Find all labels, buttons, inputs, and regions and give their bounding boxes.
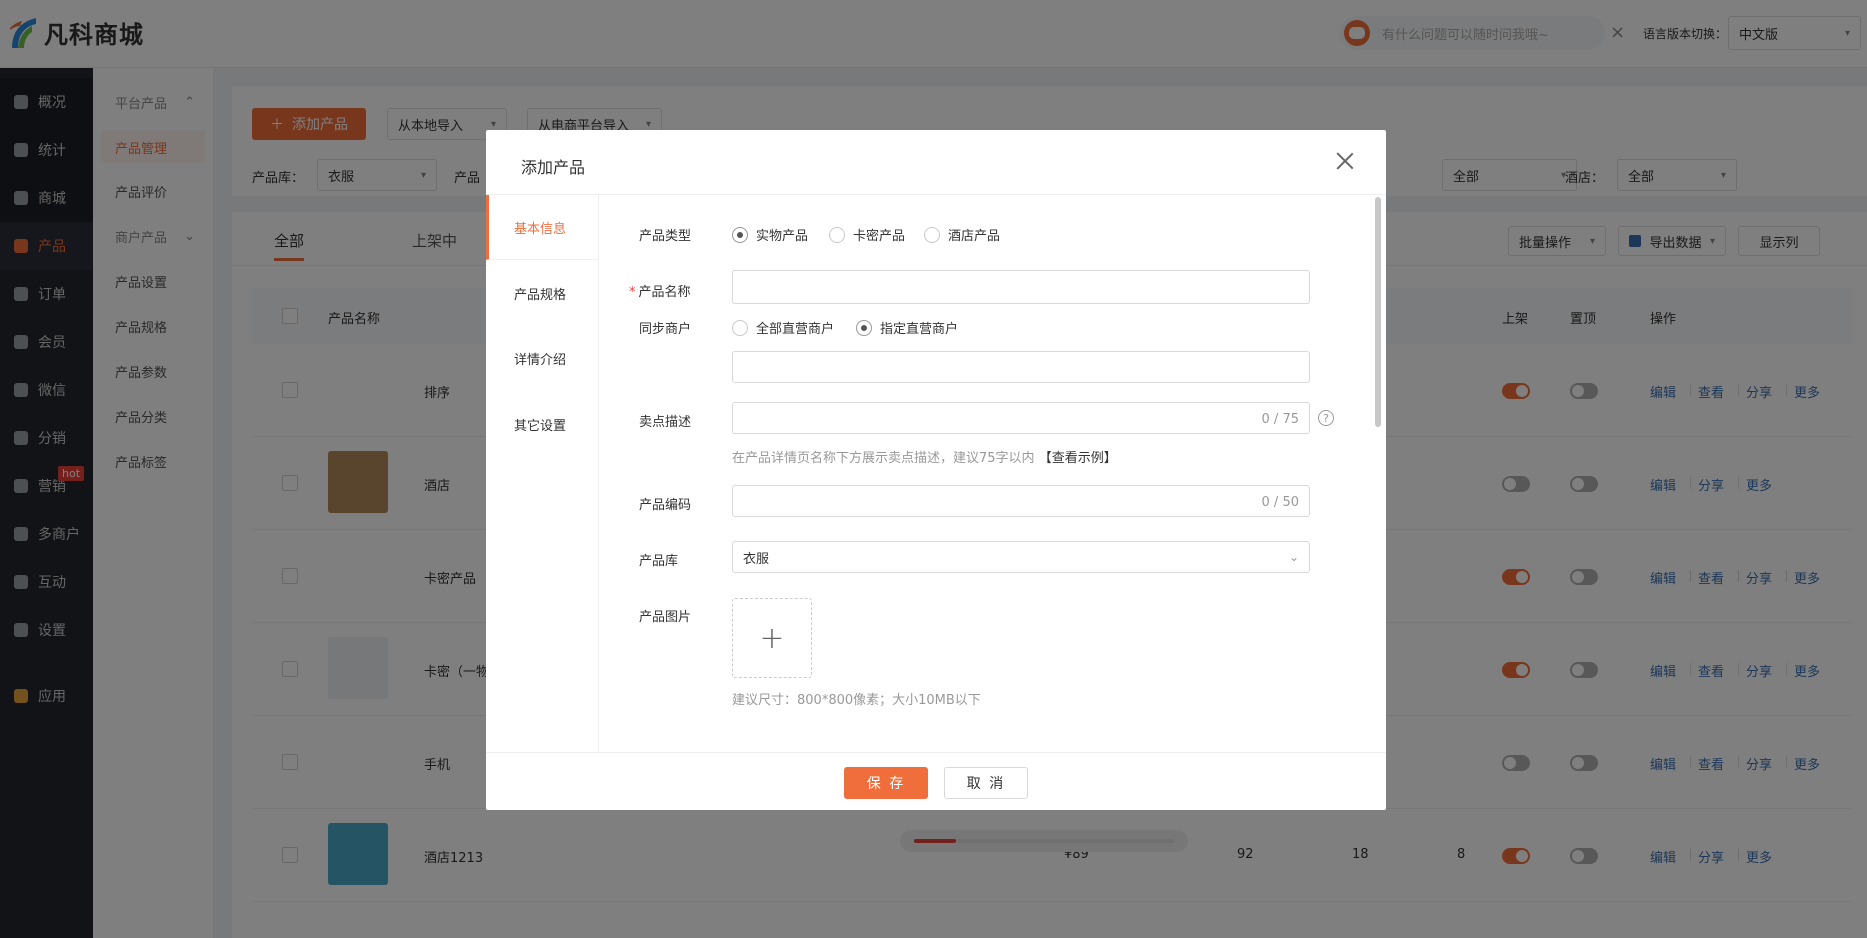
required-mark: * xyxy=(629,285,636,300)
radio-label: 酒店产品 xyxy=(948,229,1001,244)
product-code-input[interactable]: 0 / 50 xyxy=(732,485,1310,517)
selling-point-hint: 在产品详情页名称下方展示卖点描述，建议75字以内 【查看示例】 xyxy=(732,447,1117,466)
view-example-link[interactable]: 【查看示例】 xyxy=(1039,451,1117,466)
radio-label: 全部直营商户 xyxy=(756,322,835,337)
selling-point-counter: 0 / 75 xyxy=(1261,412,1299,427)
plus-icon: + xyxy=(759,620,785,656)
merchant-select-input[interactable] xyxy=(732,351,1310,383)
sync-merchant-label: 同步商户 xyxy=(639,322,692,337)
radio-icon xyxy=(924,226,940,243)
product-name-input[interactable] xyxy=(732,270,1310,304)
radio-all-direct-merchants[interactable]: 全部直营商户 xyxy=(732,318,834,337)
nav-other-settings[interactable]: 其它设置 xyxy=(486,392,599,457)
radio-label: 卡密产品 xyxy=(853,229,906,244)
nav-product-specs[interactable]: 产品规格 xyxy=(486,261,599,326)
product-type-label: 产品类型 xyxy=(639,229,692,244)
modal-header: 添加产品 xyxy=(486,130,1386,195)
save-button[interactable]: 保 存 xyxy=(844,767,928,799)
close-icon[interactable] xyxy=(1336,152,1354,170)
product-lib-select[interactable]: 衣服 ⌄ xyxy=(732,541,1310,573)
radio-label: 实物产品 xyxy=(756,229,809,244)
product-name-label-text: 产品名称 xyxy=(638,285,691,300)
selling-point-label: 卖点描述 xyxy=(639,415,692,430)
chevron-down-icon: ⌄ xyxy=(1288,550,1299,564)
radio-card-product[interactable]: 卡密产品 xyxy=(829,225,905,244)
selling-point-input[interactable]: 0 / 75 xyxy=(732,402,1310,434)
radio-physical-product[interactable]: 实物产品 xyxy=(732,225,808,244)
image-upload-button[interactable]: + xyxy=(732,598,812,678)
image-size-hint: 建议尺寸：800*800像素；大小10MB以下 xyxy=(732,693,981,708)
nav-detail-intro[interactable]: 详情介绍 xyxy=(486,326,599,391)
radio-checked-icon xyxy=(732,226,748,243)
product-lib-label: 产品库 xyxy=(639,554,679,569)
product-lib-value: 衣服 xyxy=(743,551,770,567)
modal-scrollbar[interactable] xyxy=(1375,197,1381,427)
basic-info-form: 产品类型 实物产品 卡密产品 酒店产品 * 产品名称 同步商户 全部直营商户 指定… xyxy=(599,195,1386,752)
add-product-modal: 添加产品 基本信息 产品规格 详情介绍 其它设置 产品类型 实物产品 卡密产品 … xyxy=(486,130,1386,810)
radio-specified-direct-merchants[interactable]: 指定直营商户 xyxy=(856,318,958,337)
radio-icon xyxy=(732,319,748,336)
radio-hotel-product[interactable]: 酒店产品 xyxy=(924,225,1000,244)
radio-checked-icon xyxy=(856,319,872,336)
nav-basic-info[interactable]: 基本信息 xyxy=(486,195,599,260)
product-name-label: * 产品名称 xyxy=(629,281,691,300)
product-code-label: 产品编码 xyxy=(639,498,692,513)
product-code-counter: 0 / 50 xyxy=(1261,495,1299,510)
help-icon[interactable]: ? xyxy=(1318,410,1334,426)
radio-label: 指定直营商户 xyxy=(880,322,959,337)
modal-footer: 保 存 取 消 xyxy=(486,752,1386,810)
modal-nav: 基本信息 产品规格 详情介绍 其它设置 xyxy=(486,195,599,752)
modal-title: 添加产品 xyxy=(521,158,586,177)
selling-point-hint-text: 在产品详情页名称下方展示卖点描述，建议75字以内 xyxy=(732,451,1035,466)
radio-icon xyxy=(829,226,845,243)
cancel-button[interactable]: 取 消 xyxy=(944,767,1028,799)
product-image-label: 产品图片 xyxy=(639,610,692,625)
